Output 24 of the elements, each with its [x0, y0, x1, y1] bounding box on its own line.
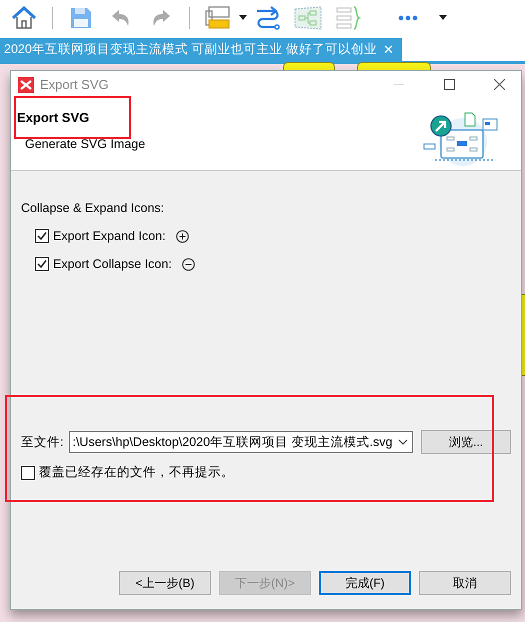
caret-icon[interactable] [238, 15, 248, 21]
close-icon[interactable] [494, 79, 504, 90]
dialog-heading: Export SVG [17, 110, 90, 125]
dialog-button[interactable]: <上一步(B) [119, 571, 211, 595]
chevron-down-icon[interactable] [398, 439, 408, 445]
checkbox-label: Export Collapse Icon: [53, 257, 172, 271]
checkbox-label: 覆盖已经存在的文件，不再提示。 [39, 464, 234, 481]
caret-icon[interactable] [438, 15, 448, 21]
window-title: Export SVG [40, 77, 110, 92]
maximize-icon[interactable] [444, 79, 454, 90]
section-heading: Collapse & Expand Icons: [21, 201, 166, 215]
file-path-dropdown[interactable]: :\Users\hp\Desktop\2020年互联网项目 变现主流模式.svg [69, 431, 414, 453]
dialog-subtitle: Generate SVG Image [24, 137, 146, 151]
browse-button[interactable]: 浏览... [421, 430, 511, 454]
checkbox-label: Export Expand Icon: [53, 229, 166, 243]
dialog-button[interactable]: 完成(F) [319, 571, 411, 595]
plus-circle-icon [176, 230, 189, 242]
minus-circle-icon [182, 258, 195, 270]
checkbox[interactable] [21, 466, 35, 480]
dialog-button[interactable]: 取消 [419, 571, 511, 595]
file-label: 至文件: [21, 434, 64, 450]
checkbox[interactable] [35, 257, 49, 271]
checkbox[interactable] [35, 229, 49, 243]
app-logo-icon [18, 76, 34, 92]
